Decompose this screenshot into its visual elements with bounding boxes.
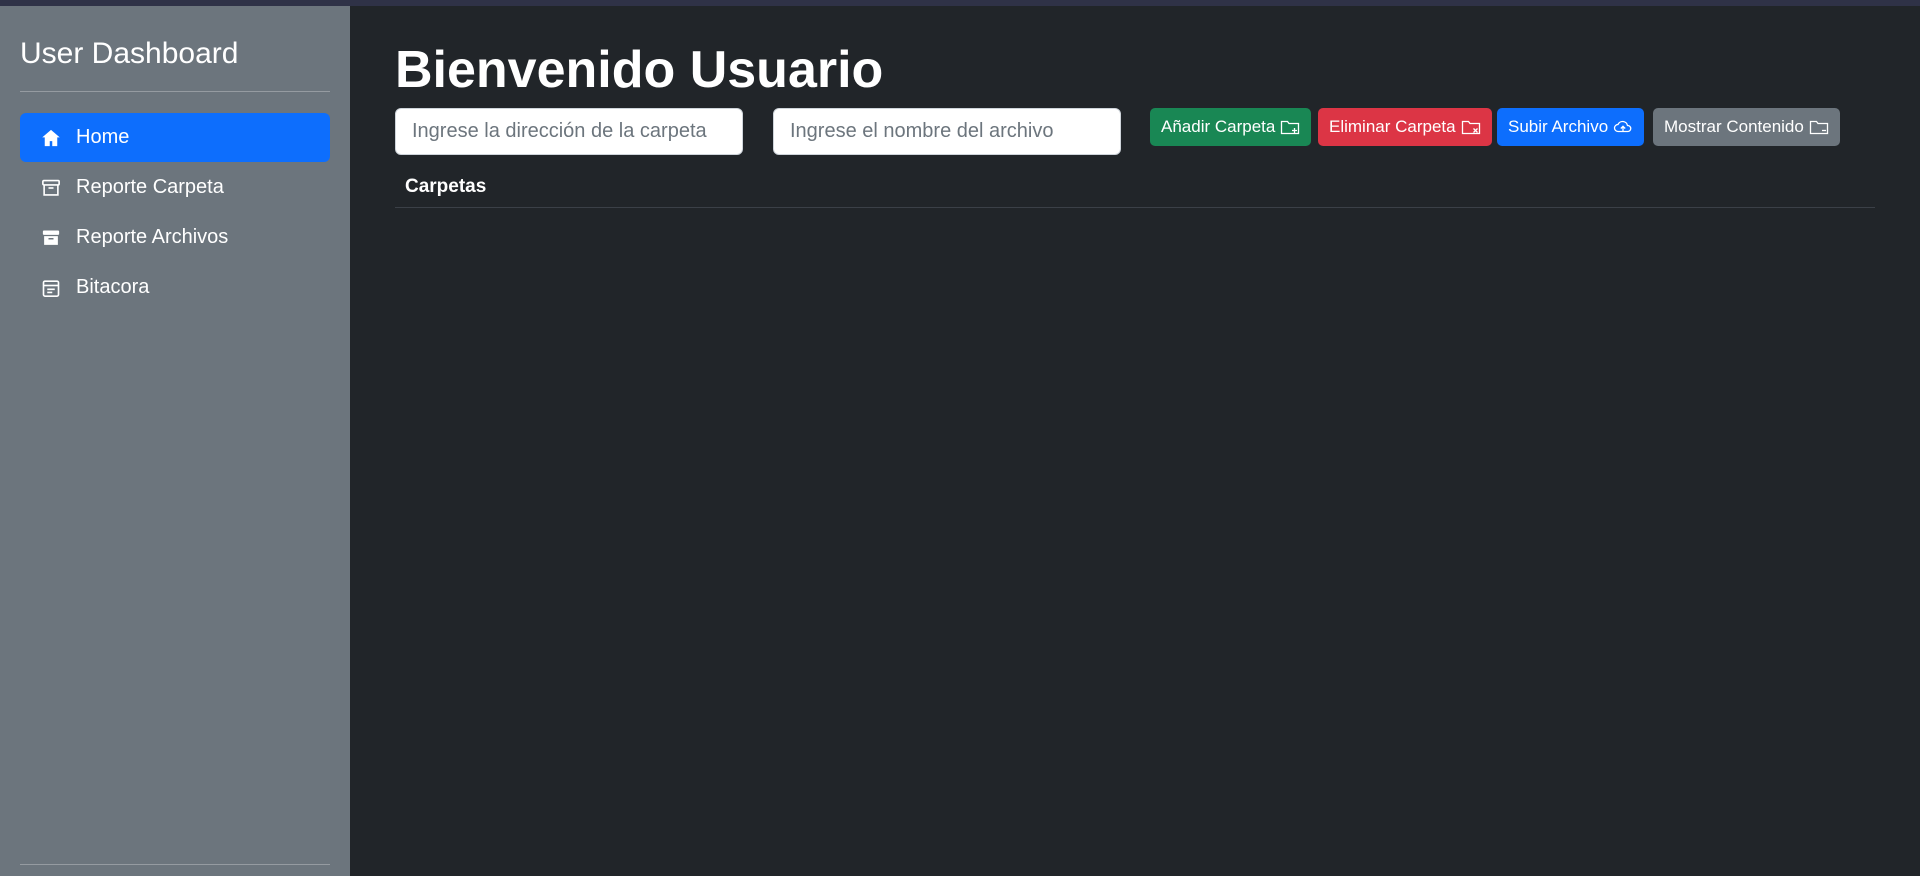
cloud-upload-icon	[1614, 120, 1632, 133]
add-folder-button[interactable]: Añadir Carpeta	[1150, 108, 1312, 146]
sidebar-item-label: Reporte Archivos	[76, 226, 229, 248]
sidebar-item-label: Reporte Carpeta	[76, 176, 224, 198]
archive-icon	[40, 177, 62, 199]
sidebar-item-label: Home	[76, 126, 130, 148]
sidebar-divider	[20, 91, 330, 92]
show-content-button[interactable]: Mostrar Contenido	[1653, 108, 1840, 146]
calendar-icon	[40, 277, 62, 299]
folder-x-icon	[1461, 120, 1480, 135]
sidebar-item-reporte-carpeta[interactable]: Reporte Carpeta	[20, 163, 330, 212]
page-title: Bienvenido Usuario	[395, 41, 884, 99]
delete-folder-button[interactable]: Eliminar Carpeta	[1318, 108, 1492, 146]
main-content: Bienvenido Usuario Añadir Carpeta Elimin…	[350, 6, 1920, 876]
sidebar-item-label: Bitacora	[76, 276, 150, 298]
table-header-carpetas: Carpetas	[395, 168, 1875, 208]
sidebar-bottom-divider	[20, 864, 330, 865]
toolbar: Añadir Carpeta Eliminar Carpeta Subir Ar…	[395, 108, 1920, 168]
show-content-label: Mostrar Contenido	[1664, 117, 1804, 136]
sidebar-nav: Home Reporte Carpeta Reporte Archivos Bi…	[20, 113, 330, 312]
sidebar-item-home[interactable]: Home	[20, 113, 330, 162]
house-icon	[40, 127, 62, 149]
delete-folder-label: Eliminar Carpeta	[1329, 117, 1456, 136]
add-folder-label: Añadir Carpeta	[1161, 117, 1276, 136]
sidebar-item-bitacora[interactable]: Bitacora	[20, 263, 330, 312]
archive-fill-icon	[40, 227, 62, 249]
folders-table: Carpetas	[395, 168, 1875, 208]
brand-title[interactable]: User Dashboard	[20, 6, 330, 91]
upload-file-button[interactable]: Subir Archivo	[1497, 108, 1645, 146]
folder-plus-icon	[1281, 120, 1300, 135]
upload-file-label: Subir Archivo	[1508, 117, 1609, 136]
sidebar: User Dashboard Home Reporte Carpeta Repo…	[0, 6, 350, 876]
folder-path-input[interactable]	[395, 108, 743, 155]
sidebar-item-reporte-archivos[interactable]: Reporte Archivos	[20, 213, 330, 262]
folder-icon	[1809, 120, 1828, 135]
file-name-input[interactable]	[773, 108, 1121, 155]
